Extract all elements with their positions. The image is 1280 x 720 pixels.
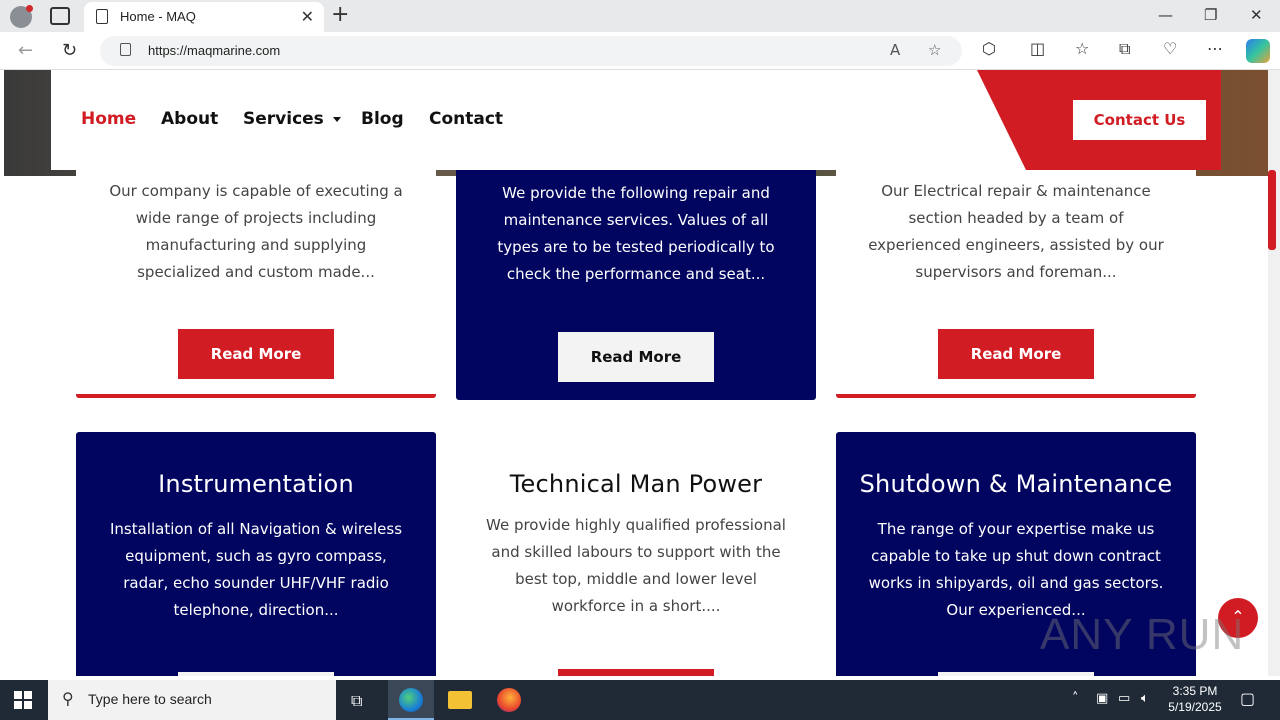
web-page: Our company is capable of executing a wi…: [4, 70, 1268, 676]
tab-title: Home - MAQ: [120, 9, 196, 24]
url-text[interactable]: https://maqmarine.com: [148, 43, 280, 58]
favorites-icon[interactable]: ☆: [1075, 39, 1089, 58]
site-header: Home About Services Blog Contact Contact…: [51, 70, 1221, 170]
nav-blog[interactable]: Blog: [361, 109, 404, 129]
collections-icon[interactable]: ⧉: [1119, 39, 1130, 59]
lock-icon[interactable]: [120, 43, 131, 56]
system-clock[interactable]: 3:35 PM 5/19/2025: [1160, 683, 1230, 715]
read-more-button[interactable]: Read More: [938, 329, 1094, 379]
nav-services[interactable]: Services: [243, 109, 341, 129]
page-icon: [96, 9, 108, 24]
watermark: ANY RUN: [1040, 610, 1245, 659]
more-options-icon[interactable]: ⋯: [1207, 39, 1223, 58]
read-aloud-icon[interactable]: A: [890, 41, 900, 59]
card-accent-line: [836, 394, 1196, 398]
tab-actions-icon[interactable]: [50, 7, 70, 25]
card-description: Installation of all Navigation & wireles…: [109, 520, 403, 619]
nav-home[interactable]: Home: [81, 109, 136, 129]
nav-services-label: Services: [243, 109, 324, 129]
service-card-manpower: Technical Man Power We provide highly qu…: [456, 432, 816, 676]
read-more-button[interactable]: [558, 669, 714, 676]
card-title: Technical Man Power: [509, 470, 763, 498]
chevron-up-icon[interactable]: ˄: [1072, 691, 1079, 706]
search-icon: ⚲: [62, 689, 74, 708]
card-description: We provide the following repair and main…: [497, 184, 775, 283]
windows-start-icon[interactable]: [14, 691, 32, 709]
nav-contact[interactable]: Contact: [429, 109, 503, 129]
close-window-icon[interactable]: ✕: [1250, 6, 1263, 24]
card-description: The range of your expertise make us capa…: [868, 520, 1164, 619]
read-more-button[interactable]: [938, 672, 1094, 676]
service-card-instrumentation: Instrumentation Installation of all Navi…: [76, 432, 436, 676]
favorite-star-icon[interactable]: ☆: [928, 41, 941, 59]
refresh-icon[interactable]: ↻: [62, 40, 77, 61]
file-explorer-icon[interactable]: [448, 691, 472, 709]
service-card-repair: We provide the following repair and main…: [456, 166, 816, 400]
restore-icon[interactable]: ❐: [1204, 6, 1217, 24]
scrollbar-thumb[interactable]: [1268, 170, 1276, 250]
browser-essentials-icon[interactable]: ♡: [1163, 39, 1177, 58]
split-screen-icon[interactable]: ◫: [1030, 39, 1045, 58]
card-title: Instrumentation: [158, 470, 354, 498]
edge-icon: [399, 688, 423, 712]
card-description: Our Electrical repair & maintenance sect…: [868, 182, 1164, 281]
extensions-icon[interactable]: ⬡: [982, 39, 996, 58]
browser-tab-bar: Home - MAQ ✕ + — ❐ ✕: [0, 0, 1280, 32]
copilot-icon[interactable]: [1246, 39, 1270, 63]
notifications-icon[interactable]: ▢: [1240, 689, 1255, 708]
close-tab-icon[interactable]: ✕: [301, 7, 314, 26]
card-description: Our company is capable of executing a wi…: [109, 182, 403, 281]
taskbar-search[interactable]: ⚲ Type here to search: [48, 680, 336, 720]
service-card-electrical: Our Electrical repair & maintenance sect…: [836, 166, 1196, 394]
card-description: We provide highly qualified professional…: [486, 516, 786, 615]
task-view-icon[interactable]: ⧉: [351, 691, 362, 711]
clock-date: 5/19/2025: [1168, 700, 1222, 714]
service-card-fabrication: Our company is capable of executing a wi…: [76, 166, 436, 394]
browser-tab[interactable]: Home - MAQ ✕: [84, 2, 324, 32]
network-icon[interactable]: ▭: [1118, 691, 1130, 706]
windows-taskbar: ⚲ Type here to search ⧉ ˄ ▣ ▭ 🔈︎ 3:35 PM…: [0, 680, 1280, 720]
nav-about[interactable]: About: [161, 109, 218, 129]
read-more-button[interactable]: Read More: [178, 329, 334, 379]
read-more-button[interactable]: Read More: [558, 332, 714, 382]
card-title: Shutdown & Maintenance: [859, 470, 1173, 498]
back-icon[interactable]: ←: [18, 40, 33, 61]
address-bar[interactable]: https://maqmarine.com A ☆: [100, 36, 962, 66]
clock-time: 3:35 PM: [1172, 684, 1218, 698]
search-placeholder: Type here to search: [88, 691, 212, 707]
chevron-down-icon: [332, 116, 341, 122]
volume-icon[interactable]: 🔈︎: [1141, 691, 1149, 706]
firefox-icon[interactable]: [497, 688, 521, 712]
minimize-icon[interactable]: —: [1158, 6, 1173, 24]
card-accent-line: [76, 394, 436, 398]
new-tab-icon[interactable]: +: [331, 2, 349, 27]
meet-now-icon[interactable]: ▣: [1096, 691, 1108, 706]
notification-dot: [26, 5, 33, 12]
page-scrollbar[interactable]: [1268, 70, 1280, 676]
read-more-button[interactable]: [178, 672, 334, 676]
contact-us-button[interactable]: Contact Us: [1073, 100, 1206, 140]
